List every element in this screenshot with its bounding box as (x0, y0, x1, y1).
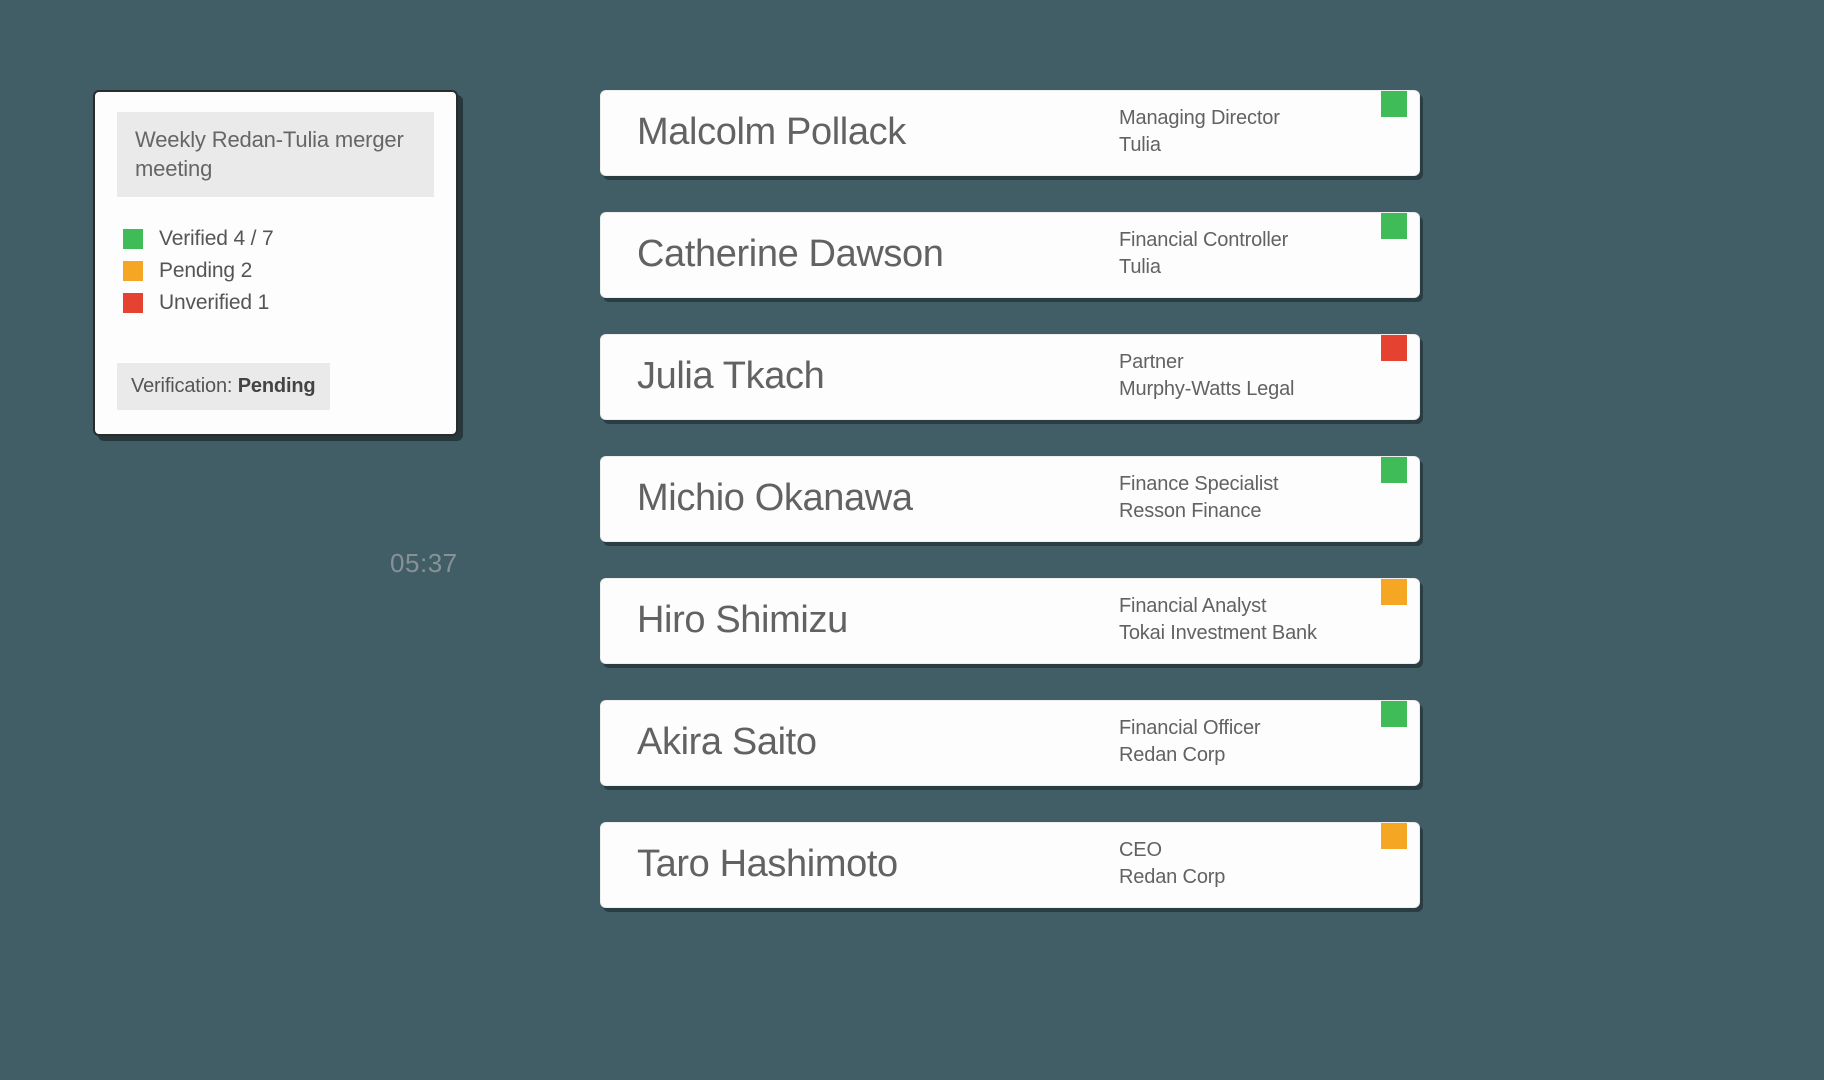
attendee-role: CEO (1119, 837, 1389, 864)
attendee-org: Tulia (1119, 132, 1389, 159)
attendee-role: Financial Officer (1119, 715, 1389, 742)
status-badge (1381, 823, 1407, 849)
status-value: Pending (238, 375, 316, 397)
attendee-name: Julia Tkach (637, 355, 1119, 398)
attendee-role: Partner (1119, 349, 1389, 376)
attendee-card[interactable]: Julia TkachPartnerMurphy-Watts Legal (600, 334, 1420, 420)
legend-verified: Verified 4 / 7 (123, 227, 434, 251)
meeting-title: Weekly Redan-Tulia merger meeting (135, 126, 416, 183)
verification-status: Verification: Pending (117, 363, 330, 410)
attendee-org: Redan Corp (1119, 864, 1389, 891)
attendee-card[interactable]: Akira SaitoFinancial OfficerRedan Corp (600, 700, 1420, 786)
session-timer: 05:37 (390, 548, 458, 579)
square-icon (123, 293, 143, 313)
attendee-list: Malcolm PollackManaging DirectorTuliaCat… (600, 90, 1420, 908)
attendee-card[interactable]: Michio OkanawaFinance SpecialistResson F… (600, 456, 1420, 542)
attendee-name: Michio Okanawa (637, 477, 1119, 520)
attendee-org: Redan Corp (1119, 742, 1389, 769)
legend-unverified: Unverified 1 (123, 291, 434, 315)
attendee-name: Hiro Shimizu (637, 599, 1119, 642)
legend-pending: Pending 2 (123, 259, 434, 283)
attendee-role: Financial Analyst (1119, 593, 1389, 620)
status-badge (1381, 213, 1407, 239)
attendee-meta: CEORedan Corp (1119, 837, 1389, 891)
attendee-meta: Financial ControllerTulia (1119, 227, 1389, 281)
attendee-role: Finance Specialist (1119, 471, 1389, 498)
meeting-summary-panel: Weekly Redan-Tulia merger meeting Verifi… (93, 90, 458, 436)
attendee-name: Akira Saito (637, 721, 1119, 764)
legend-unverified-label: Unverified 1 (159, 291, 269, 315)
verification-legend: Verified 4 / 7 Pending 2 Unverified 1 (117, 227, 434, 315)
attendee-name: Catherine Dawson (637, 233, 1119, 276)
attendee-meta: Financial AnalystTokai Investment Bank (1119, 593, 1389, 647)
status-badge (1381, 91, 1407, 117)
attendee-card[interactable]: Taro HashimotoCEORedan Corp (600, 822, 1420, 908)
attendee-meta: Financial OfficerRedan Corp (1119, 715, 1389, 769)
status-badge (1381, 579, 1407, 605)
attendee-name: Taro Hashimoto (637, 843, 1119, 886)
attendee-name: Malcolm Pollack (637, 111, 1119, 154)
status-badge (1381, 457, 1407, 483)
legend-verified-label: Verified 4 / 7 (159, 227, 274, 251)
attendee-card[interactable]: Hiro ShimizuFinancial AnalystTokai Inves… (600, 578, 1420, 664)
attendee-org: Tulia (1119, 254, 1389, 281)
attendee-meta: Finance SpecialistResson Finance (1119, 471, 1389, 525)
attendee-org: Resson Finance (1119, 498, 1389, 525)
meeting-title-box: Weekly Redan-Tulia merger meeting (117, 112, 434, 197)
attendee-meta: PartnerMurphy-Watts Legal (1119, 349, 1389, 403)
attendee-role: Managing Director (1119, 105, 1389, 132)
square-icon (123, 261, 143, 281)
status-badge (1381, 701, 1407, 727)
legend-pending-label: Pending 2 (159, 259, 252, 283)
attendee-org: Murphy-Watts Legal (1119, 376, 1389, 403)
attendee-org: Tokai Investment Bank (1119, 620, 1389, 647)
attendee-meta: Managing DirectorTulia (1119, 105, 1389, 159)
status-badge (1381, 335, 1407, 361)
status-prefix: Verification: (131, 375, 238, 397)
square-icon (123, 229, 143, 249)
attendee-role: Financial Controller (1119, 227, 1389, 254)
attendee-card[interactable]: Malcolm PollackManaging DirectorTulia (600, 90, 1420, 176)
attendee-card[interactable]: Catherine DawsonFinancial ControllerTuli… (600, 212, 1420, 298)
